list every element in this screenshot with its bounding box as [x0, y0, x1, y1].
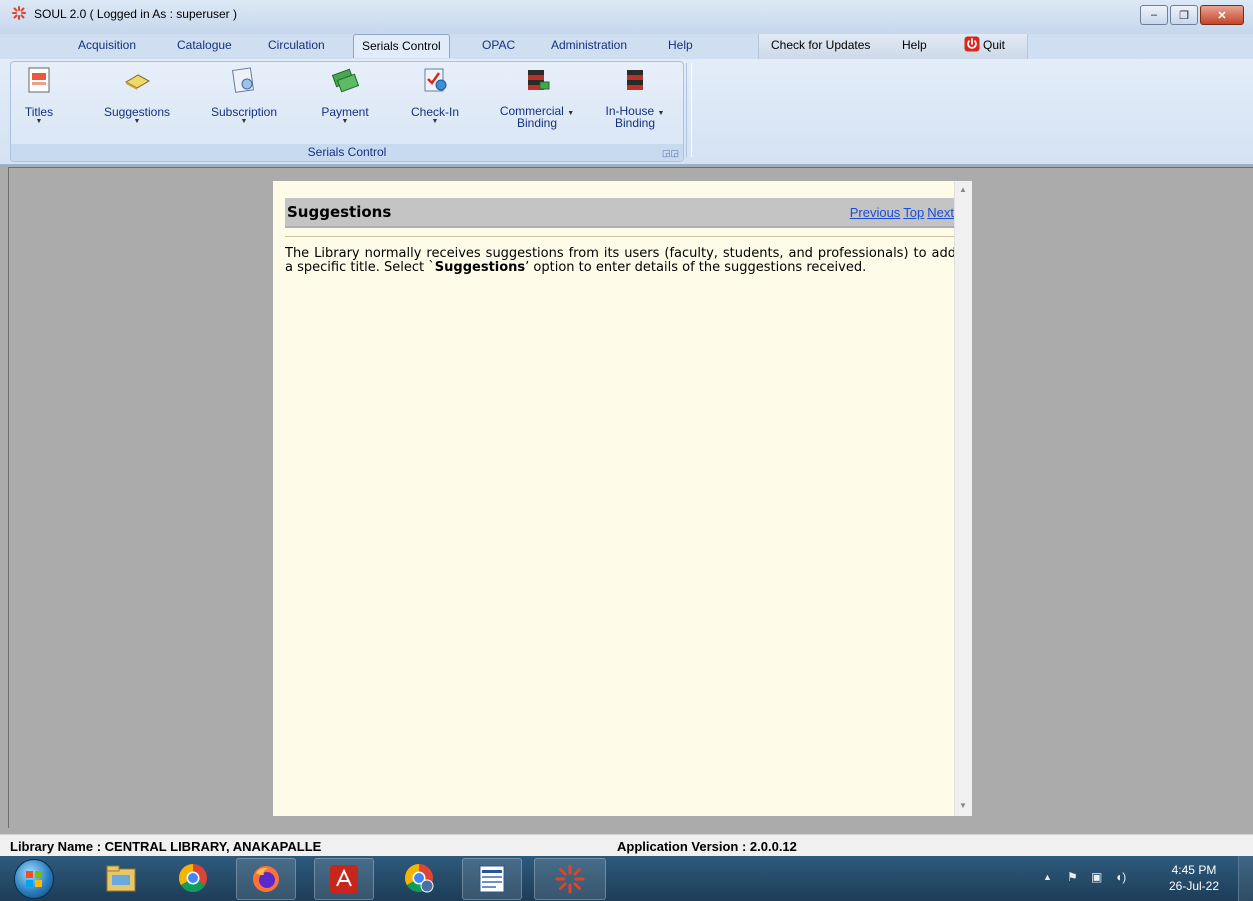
chrome-profile-icon: [405, 864, 434, 893]
check-in-dropdown-icon: ▼: [431, 118, 439, 125]
help-panel: Suggestions Previous Top Next The Library …: [273, 181, 972, 816]
payment-label: Payment: [321, 105, 369, 119]
check-in-icon: [424, 68, 447, 92]
windows-explorer-icon: [106, 865, 136, 892]
next-link[interactable]: Next: [927, 205, 954, 220]
clock-date: 26-Jul-22: [1168, 879, 1219, 893]
help-button[interactable]: Help: [902, 38, 927, 52]
taskbar-soul[interactable]: [534, 858, 606, 900]
in-house-binding-dropdown-icon: ▼: [657, 110, 665, 117]
help-body-bold-term: Suggestions: [434, 260, 526, 275]
tab-administration[interactable]: Administration: [551, 38, 627, 52]
help-title: Suggestions: [287, 203, 392, 221]
payment-icon: [331, 68, 360, 93]
window-title: SOUL 2.0 ( Logged in As : superuser ): [34, 7, 237, 21]
library-name: Library Name : CENTRAL LIBRARY, ANAKAPAL…: [10, 839, 322, 854]
help-body-text-part2: ’ option to enter details of the suggest…: [525, 260, 867, 275]
chrome-icon: [179, 864, 207, 892]
clock-time: 4:45 PM: [1171, 863, 1217, 877]
commercial-binding-label-line2: Binding: [516, 116, 558, 130]
scroll-up-icon[interactable]: ▲: [959, 185, 967, 194]
soul-app-icon: [12, 6, 26, 20]
volume-icon[interactable]: ◖): [1115, 870, 1126, 884]
help-body-text: The Library normally receives suggestion…: [285, 247, 956, 275]
scroll-down-icon[interactable]: ▼: [959, 801, 967, 810]
tab-opac[interactable]: OPAC: [482, 38, 515, 52]
taskbar-firefox[interactable]: [236, 858, 296, 900]
start-button[interactable]: [14, 859, 54, 899]
tab-circulation[interactable]: Circulation: [268, 38, 325, 52]
subscription-label: Subscription: [210, 105, 278, 119]
ribbon-titles-button[interactable]: Titles ▼: [15, 66, 63, 125]
ribbon-payment-button[interactable]: Payment ▼: [315, 66, 375, 125]
help-scrollbar[interactable]: ▲ ▼: [954, 181, 972, 816]
taskbar-explorer[interactable]: [92, 858, 150, 898]
in-house-binding-label-line2: Binding: [614, 116, 656, 130]
commercial-binding-dropdown-icon: ▼: [567, 110, 575, 117]
close-button[interactable]: ✕: [1200, 5, 1244, 25]
ribbon-suggestions-button[interactable]: Suggestions ▼: [95, 66, 179, 125]
quit-button[interactable]: Quit: [964, 36, 1006, 52]
restore-icon: ❐: [1179, 9, 1189, 22]
previous-link[interactable]: Previous: [850, 205, 901, 220]
help-header: Suggestions Previous Top Next: [285, 198, 956, 228]
ribbon-subscription-button[interactable]: Subscription ▼: [199, 66, 289, 125]
titles-dropdown-icon: ▼: [35, 118, 43, 125]
tab-serials-control[interactable]: Serials Control: [353, 34, 450, 58]
help-navigation: Previous Top Next: [847, 205, 954, 220]
tab-catalogue[interactable]: Catalogue: [177, 38, 232, 52]
top-link[interactable]: Top: [903, 205, 924, 220]
titles-label: Titles: [24, 105, 54, 119]
close-icon: ✕: [1217, 9, 1227, 22]
status-bar: Library Name : CENTRAL LIBRARY, ANAKAPAL…: [0, 834, 1253, 857]
application-version: Application Version : 2.0.0.12: [617, 839, 797, 854]
show-hidden-icons-icon[interactable]: ▲: [1043, 872, 1052, 882]
in-house-binding-icon: [627, 70, 643, 90]
ribbon: Titles ▼ Suggestions ▼ Subscription ▼ Pa…: [0, 59, 1253, 165]
subscription-dropdown-icon: ▼: [240, 118, 248, 125]
taskbar: ▲ ⚑ ▣ ◖) 4:45 PM 26-Jul-22: [0, 856, 1253, 901]
taskbar-word[interactable]: [462, 858, 522, 900]
soul-icon: [555, 864, 585, 894]
quick-actions: Check for Updates Help Quit: [758, 34, 1028, 59]
maximize-button[interactable]: ❐: [1170, 5, 1198, 25]
windows-logo-icon: [26, 871, 42, 887]
taskbar-chrome[interactable]: [164, 858, 222, 898]
subscription-icon: [232, 67, 255, 93]
group-dialog-launcher-icon[interactable]: ◲◲: [662, 148, 679, 159]
ribbon-group-serials-control: Titles ▼ Suggestions ▼ Subscription ▼ Pa…: [10, 61, 684, 162]
check-in-label: Check-In: [410, 105, 460, 119]
titles-icon: [28, 67, 50, 93]
minimize-button[interactable]: ‒: [1140, 5, 1168, 25]
ribbon-separator: [686, 63, 692, 157]
suggestions-label: Suggestions: [103, 105, 171, 119]
minimize-icon: ‒: [1150, 9, 1158, 21]
ribbon-in-house-binding-button[interactable]: In-House ▼ Binding: [595, 66, 675, 129]
acrobat-icon: [330, 865, 358, 893]
commercial-binding-icon: [528, 70, 550, 90]
tab-help[interactable]: Help: [668, 38, 693, 52]
power-icon: [964, 36, 980, 52]
quit-label: Quit: [983, 38, 1006, 52]
show-desktop-button[interactable]: [1238, 856, 1253, 901]
help-divider: [285, 236, 956, 237]
check-for-updates-button[interactable]: Check for Updates: [771, 38, 870, 52]
taskbar-acrobat[interactable]: [314, 858, 374, 900]
firefox-icon: [253, 866, 279, 892]
taskbar-chrome-profile[interactable]: [390, 858, 448, 898]
payment-dropdown-icon: ▼: [341, 118, 349, 125]
word-icon: [479, 865, 505, 893]
clock[interactable]: 4:45 PM 26-Jul-22: [1169, 862, 1219, 894]
suggestions-icon: [124, 74, 151, 90]
suggestions-dropdown-icon: ▼: [133, 118, 141, 125]
tab-acquisition[interactable]: Acquisition: [78, 38, 136, 52]
ribbon-group-label: Serials Control: [11, 144, 683, 161]
network-icon[interactable]: ▣: [1091, 870, 1102, 884]
system-tray: ▲ ⚑ ▣ ◖) 4:45 PM 26-Jul-22: [1013, 856, 1253, 901]
menu-bar: Acquisition Catalogue Circulation Serial…: [0, 34, 1253, 60]
action-center-flag-icon[interactable]: ⚑: [1067, 870, 1078, 884]
title-bar: SOUL 2.0 ( Logged in As : superuser ) ‒ …: [0, 0, 1253, 34]
ribbon-commercial-binding-button[interactable]: Commercial ▼ Binding: [491, 66, 583, 129]
ribbon-check-in-button[interactable]: Check-In ▼: [399, 66, 471, 125]
